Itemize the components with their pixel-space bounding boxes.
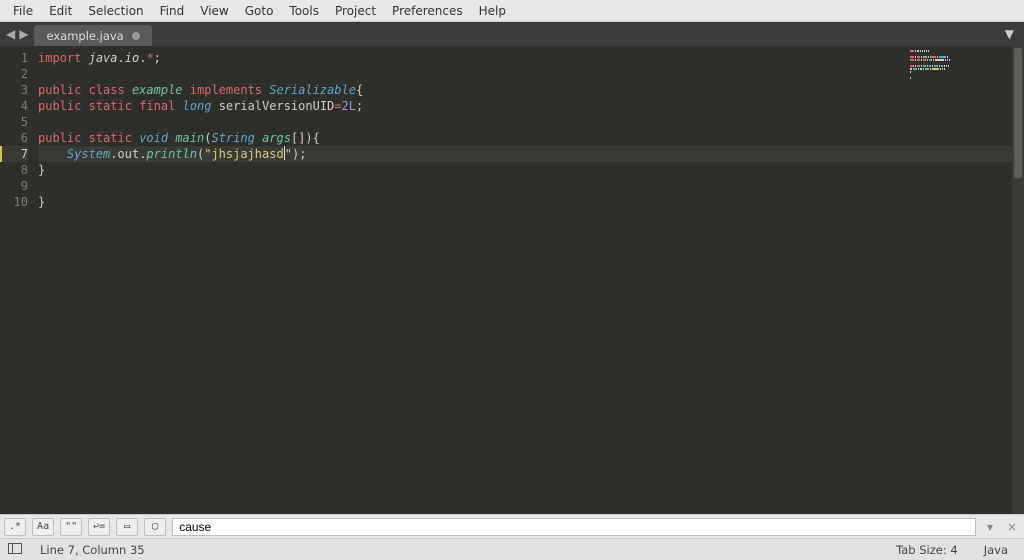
code-line[interactable]: } xyxy=(38,194,1024,210)
find-input[interactable] xyxy=(172,518,976,536)
scrollbar-thumb[interactable] xyxy=(1014,48,1022,178)
nav-forward-icon[interactable]: ▶ xyxy=(19,27,28,41)
code-line[interactable] xyxy=(38,66,1024,82)
code-line[interactable] xyxy=(38,114,1024,130)
tab-overflow-icon[interactable]: ▼ xyxy=(995,22,1024,46)
vertical-scrollbar[interactable] xyxy=(1012,46,1024,514)
regex-toggle[interactable]: .* xyxy=(4,518,26,536)
code-line[interactable]: public class example implements Serializ… xyxy=(38,82,1024,98)
menu-project[interactable]: Project xyxy=(328,2,383,20)
code-editor[interactable]: 12345678910 import java.io.*; public clas… xyxy=(0,46,1024,514)
nav-arrows: ◀ ▶ xyxy=(0,22,34,46)
nav-back-icon[interactable]: ◀ xyxy=(6,27,15,41)
code-line[interactable]: } xyxy=(38,162,1024,178)
case-sensitive-toggle[interactable]: Aa xyxy=(32,518,54,536)
code-line[interactable]: public static final long serialVersionUI… xyxy=(38,98,1024,114)
highlight-matches-toggle[interactable]: ▢ xyxy=(144,518,166,536)
close-find-icon[interactable]: × xyxy=(1004,520,1020,534)
menu-bar: FileEditSelectionFindViewGotoToolsProjec… xyxy=(0,0,1024,22)
in-selection-toggle[interactable]: ▭ xyxy=(116,518,138,536)
code-area[interactable]: import java.io.*; public class example im… xyxy=(34,46,1024,514)
syntax-mode[interactable]: Java xyxy=(976,543,1016,557)
status-bar: Line 7, Column 35 Tab Size: 4 Java xyxy=(0,538,1024,560)
menu-file[interactable]: File xyxy=(6,2,40,20)
menu-help[interactable]: Help xyxy=(472,2,513,20)
menu-view[interactable]: View xyxy=(193,2,235,20)
tab-size[interactable]: Tab Size: 4 xyxy=(888,543,966,557)
line-number-gutter: 12345678910 xyxy=(0,46,34,514)
file-tab[interactable]: example.java xyxy=(34,25,151,46)
tab-title: example.java xyxy=(46,29,123,43)
menu-goto[interactable]: Goto xyxy=(238,2,281,20)
code-line[interactable] xyxy=(38,178,1024,194)
whole-word-toggle[interactable]: "" xyxy=(60,518,82,536)
dirty-indicator-icon xyxy=(132,32,140,40)
tab-bar: ◀ ▶ example.java ▼ xyxy=(0,22,1024,46)
wrap-toggle[interactable]: ↩= xyxy=(88,518,110,536)
panel-switcher-icon[interactable] xyxy=(8,543,22,557)
menu-tools[interactable]: Tools xyxy=(282,2,326,20)
menu-edit[interactable]: Edit xyxy=(42,2,79,20)
code-line[interactable]: System.out.println("jhsjajhasd"); xyxy=(38,146,1024,162)
cursor-position[interactable]: Line 7, Column 35 xyxy=(32,543,153,557)
code-line[interactable]: public static void main(String args[]){ xyxy=(38,130,1024,146)
menu-preferences[interactable]: Preferences xyxy=(385,2,470,20)
find-bar: .* Aa "" ↩= ▭ ▢ ▾ × xyxy=(0,514,1024,538)
find-history-icon[interactable]: ▾ xyxy=(982,520,998,534)
code-line[interactable]: import java.io.*; xyxy=(38,50,1024,66)
menu-selection[interactable]: Selection xyxy=(81,2,150,20)
menu-find[interactable]: Find xyxy=(153,2,192,20)
